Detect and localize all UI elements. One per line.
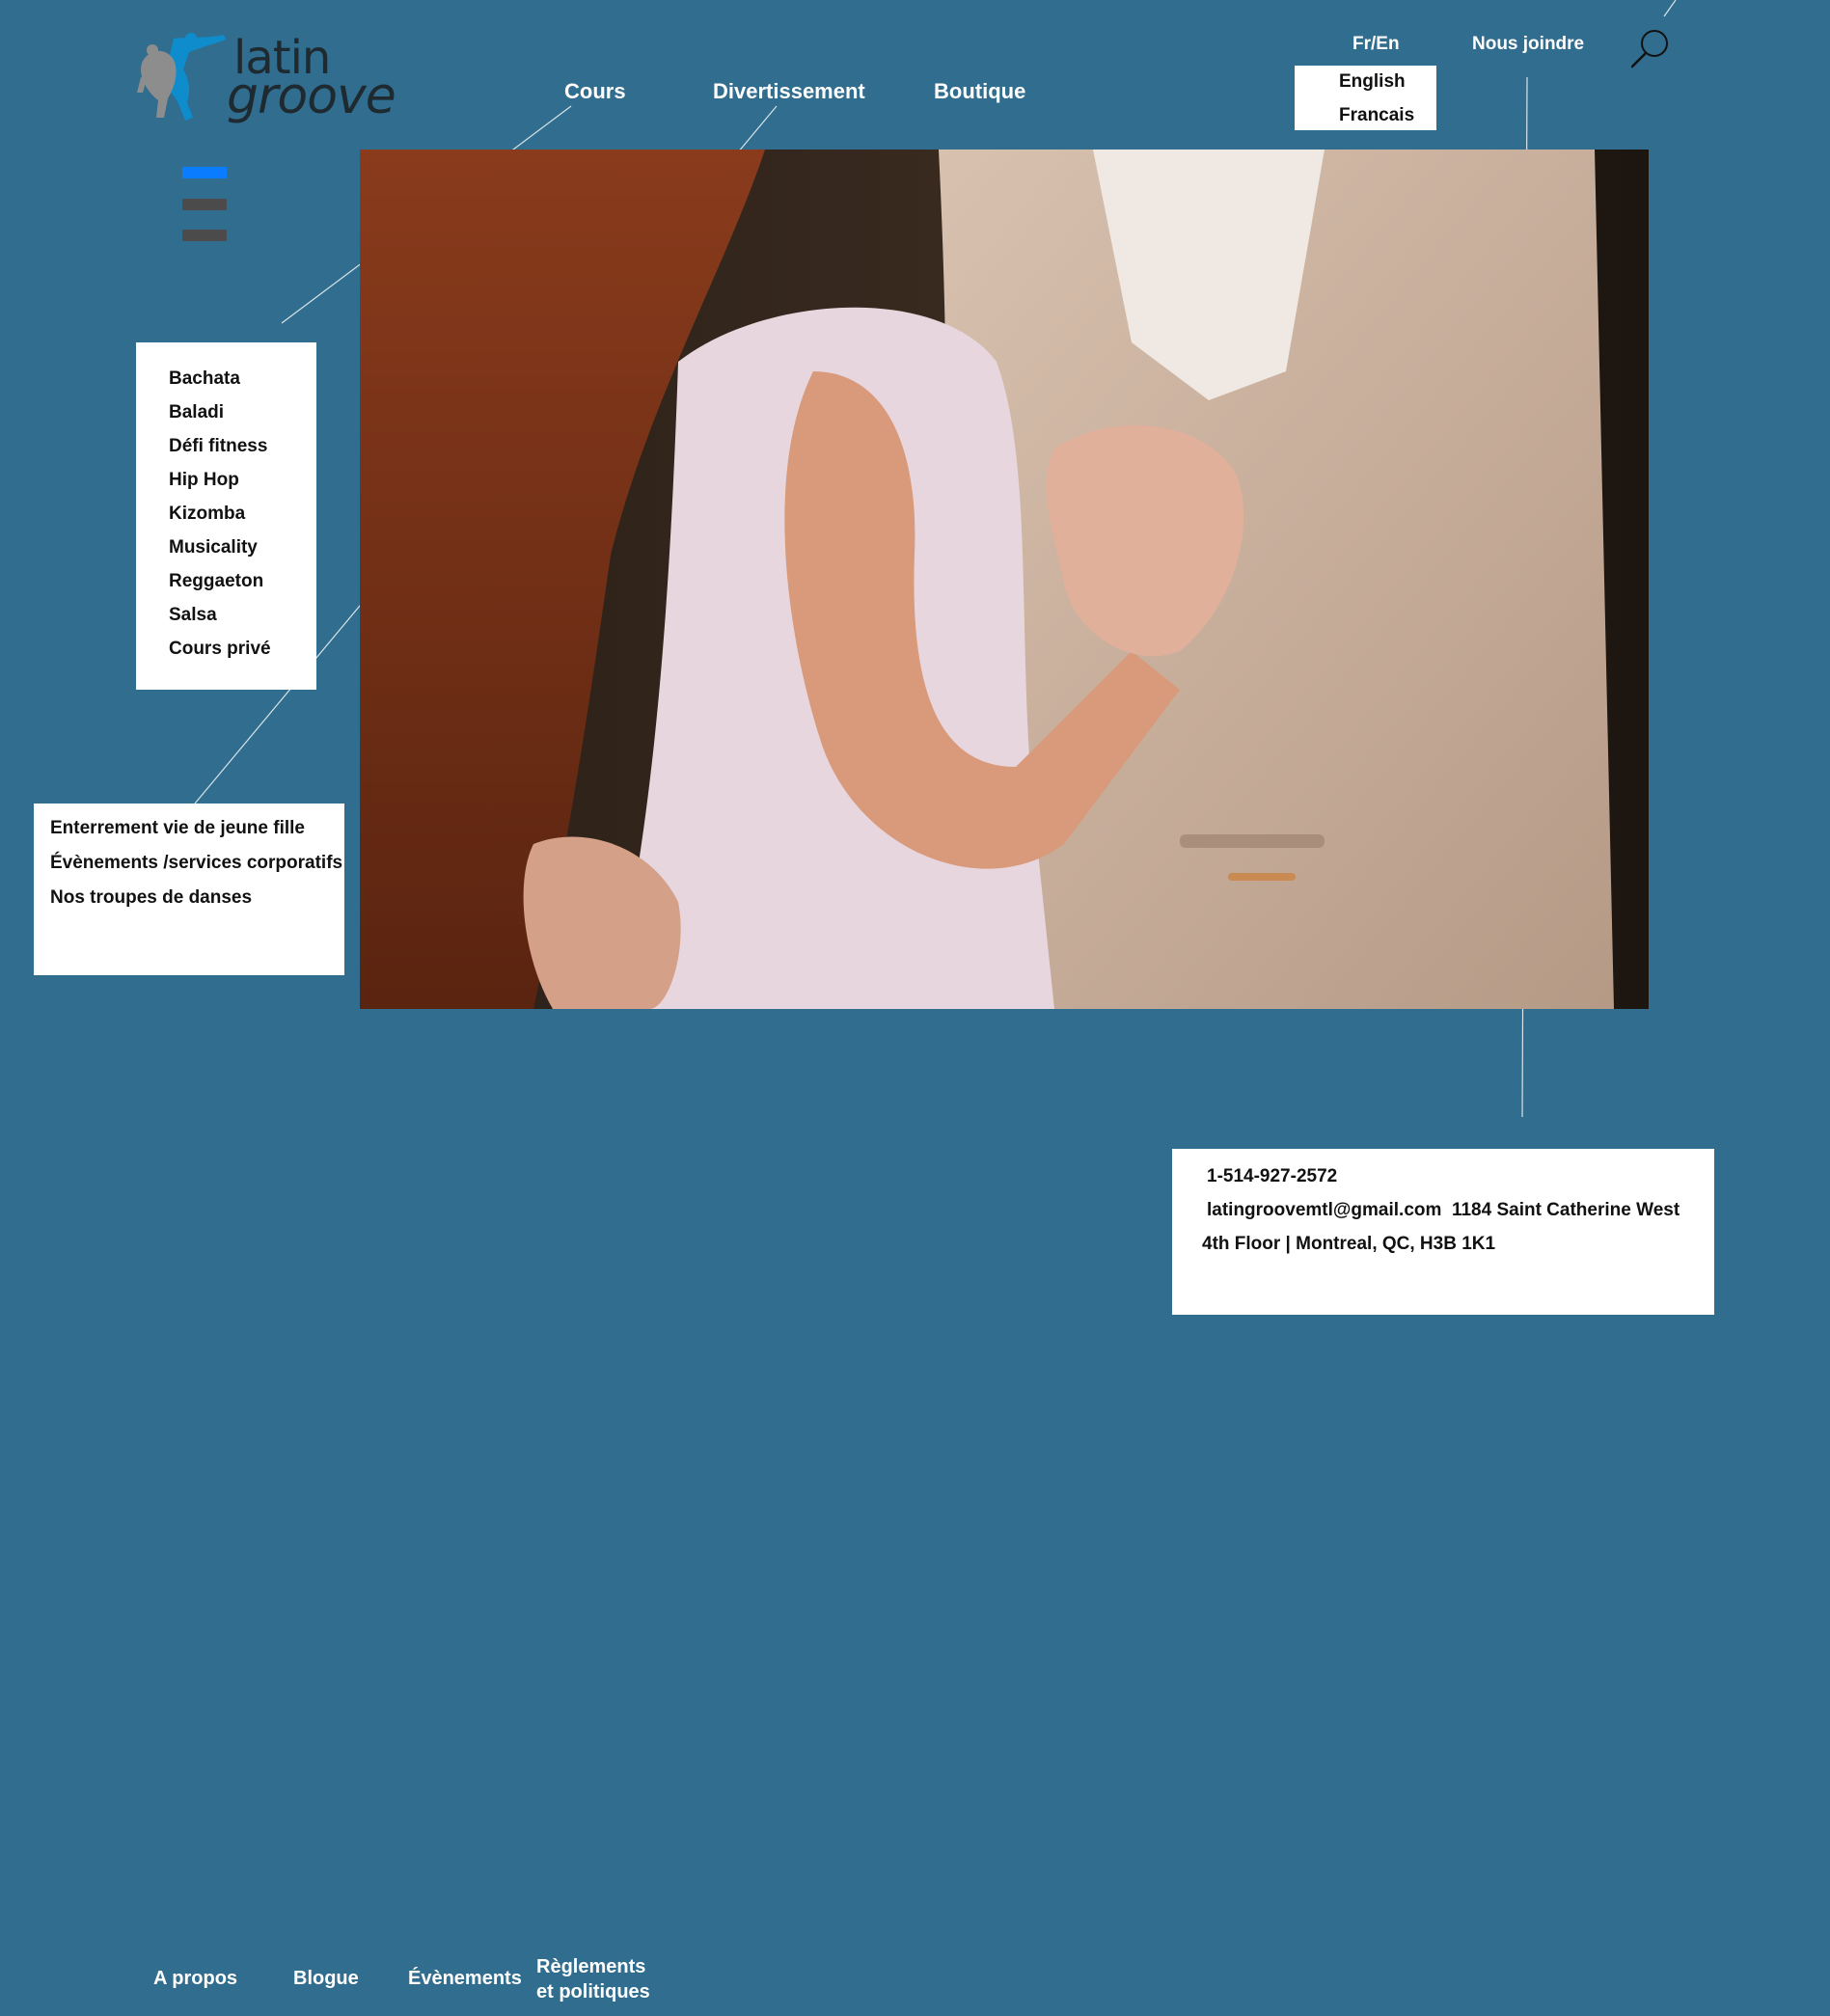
cours-item-kizomba[interactable]: Kizomba	[169, 504, 245, 525]
footer-link-blogue[interactable]: Blogue	[293, 1968, 359, 1990]
logo-groove-text: groove	[227, 68, 396, 125]
search-icon	[1630, 30, 1668, 68]
nav-divertissement[interactable]: Divertissement	[713, 79, 865, 104]
language-option-francais[interactable]: Francais	[1339, 105, 1414, 126]
search-button[interactable]	[1628, 27, 1671, 71]
hamburger-menu-button[interactable]	[174, 159, 235, 246]
cours-item-reggaeton[interactable]: Reggaeton	[169, 571, 263, 592]
dancing-couple-image	[360, 150, 1649, 1009]
divertissement-dropdown: Enterrement vie de jeune fille Évènement…	[34, 804, 344, 975]
divertissement-item-troupes[interactable]: Nos troupes de danses	[50, 887, 252, 909]
nav-boutique[interactable]: Boutique	[934, 79, 1025, 104]
nav-nous-joindre[interactable]: Nous joindre	[1472, 34, 1584, 55]
footer-reglements-line1: Règlements	[536, 1956, 646, 1977]
language-toggle[interactable]: Fr/En	[1352, 34, 1400, 55]
dancers-logo-icon	[137, 33, 226, 121]
footer-reglements-line2: et politiques	[536, 1981, 650, 2002]
footer-link-a-propos[interactable]: A propos	[153, 1968, 237, 1990]
hamburger-bar	[182, 230, 227, 241]
hamburger-bar	[182, 199, 227, 210]
cours-item-bachata[interactable]: Bachata	[169, 368, 240, 390]
cours-dropdown: Bachata Baladi Défi fitness Hip Hop Kizo…	[136, 342, 316, 690]
cours-item-hip-hop[interactable]: Hip Hop	[169, 470, 239, 491]
cours-item-cours-prive[interactable]: Cours privé	[169, 639, 271, 660]
nav-cours[interactable]: Cours	[564, 79, 626, 104]
hamburger-bar-active	[182, 167, 227, 178]
latin-groove-logo[interactable]: latin groove	[135, 29, 396, 130]
contact-address-line2: 4th Floor | Montreal, QC, H3B 1K1	[1202, 1234, 1496, 1254]
divertissement-item-enterrement[interactable]: Enterrement vie de jeune fille	[50, 818, 305, 839]
language-dropdown: English Francais	[1295, 66, 1436, 130]
hero-dance-photo	[360, 150, 1649, 1009]
footer-link-evenements[interactable]: Évènements	[408, 1968, 522, 1990]
cours-item-salsa[interactable]: Salsa	[169, 605, 217, 626]
language-option-english[interactable]: English	[1339, 71, 1406, 93]
contact-email-address[interactable]: latingroovemtl@gmail.com 1184 Saint Cath…	[1207, 1200, 1680, 1221]
footer-link-reglements[interactable]: Règlements et politiques	[536, 1954, 650, 2004]
search-connector-line	[1663, 0, 1677, 17]
cours-item-musicality[interactable]: Musicality	[169, 537, 258, 558]
cours-item-defi-fitness[interactable]: Défi fitness	[169, 436, 267, 457]
divertissement-item-evenements-corporatifs[interactable]: Évènements /services corporatifs	[50, 853, 342, 874]
contact-dropdown: 1-514-927-2572 latingroovemtl@gmail.com …	[1172, 1149, 1714, 1315]
contact-phone[interactable]: 1-514-927-2572	[1207, 1166, 1337, 1187]
cours-item-baladi[interactable]: Baladi	[169, 402, 224, 423]
